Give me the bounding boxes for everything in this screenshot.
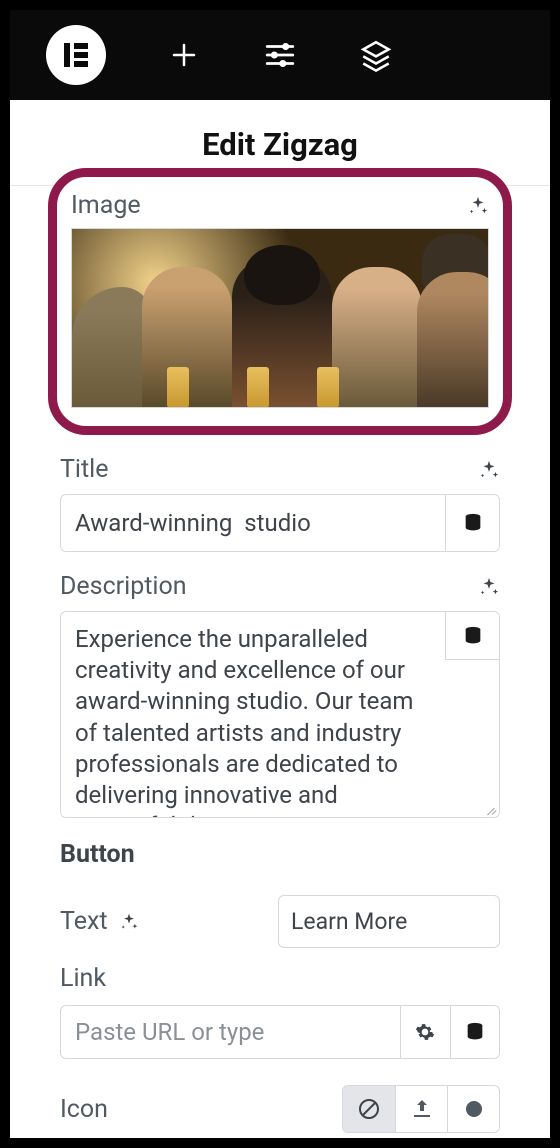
plus-icon: [169, 40, 199, 70]
resize-handle[interactable]: [483, 801, 497, 815]
sparkle-icon: [478, 576, 500, 598]
ai-button-description[interactable]: [478, 576, 500, 598]
description-textarea[interactable]: [61, 612, 499, 817]
title-label: Title: [60, 455, 109, 484]
elementor-logo[interactable]: [46, 25, 106, 85]
link-input-group: [60, 1005, 500, 1059]
button-heading: Button: [60, 840, 135, 869]
image-preview[interactable]: [71, 228, 489, 408]
sparkle-icon: [119, 912, 139, 932]
circle-icon: [462, 1097, 486, 1121]
none-icon: [357, 1097, 381, 1121]
sparkle-icon: [467, 195, 489, 217]
ai-button-buttontext[interactable]: [118, 911, 140, 933]
sliders-icon: [263, 38, 297, 72]
title-input[interactable]: [61, 495, 445, 551]
upload-icon: [410, 1097, 434, 1121]
icon-upload-option[interactable]: [395, 1086, 447, 1132]
sparkle-icon: [478, 459, 500, 481]
title-input-group: [60, 494, 500, 552]
structure-toolbar-button[interactable]: [358, 37, 394, 73]
widget-panel: Image: [10, 168, 550, 1133]
settings-toolbar-button[interactable]: [262, 37, 298, 73]
top-toolbar: [10, 10, 550, 100]
button-text-group: [278, 895, 500, 948]
database-icon: [462, 512, 484, 534]
button-text-label: Text: [60, 907, 108, 936]
title-dynamic-button[interactable]: [445, 495, 499, 551]
gear-icon: [415, 1022, 435, 1042]
icon-label: Icon: [60, 1095, 108, 1124]
link-options-button[interactable]: [400, 1006, 450, 1058]
database-icon: [462, 625, 484, 647]
link-dynamic-button[interactable]: [450, 1006, 500, 1058]
image-label: Image: [71, 191, 141, 220]
icon-control: [342, 1085, 500, 1133]
description-dynamic-button[interactable]: [445, 612, 499, 660]
button-text-input[interactable]: [279, 896, 500, 947]
ai-button-image[interactable]: [467, 195, 489, 217]
icon-library-option[interactable]: [447, 1086, 499, 1132]
ai-button-title[interactable]: [478, 459, 500, 481]
database-icon: [464, 1021, 486, 1043]
icon-none-option[interactable]: [343, 1086, 395, 1132]
layers-icon: [359, 38, 393, 72]
preview-photo: [72, 229, 488, 407]
link-input[interactable]: [61, 1006, 400, 1058]
image-field-highlight: Image: [48, 168, 512, 435]
link-label: Link: [60, 964, 106, 993]
description-group: [60, 611, 500, 818]
elementor-icon: [60, 39, 92, 71]
add-element-button[interactable]: [166, 37, 202, 73]
description-label: Description: [60, 572, 187, 601]
